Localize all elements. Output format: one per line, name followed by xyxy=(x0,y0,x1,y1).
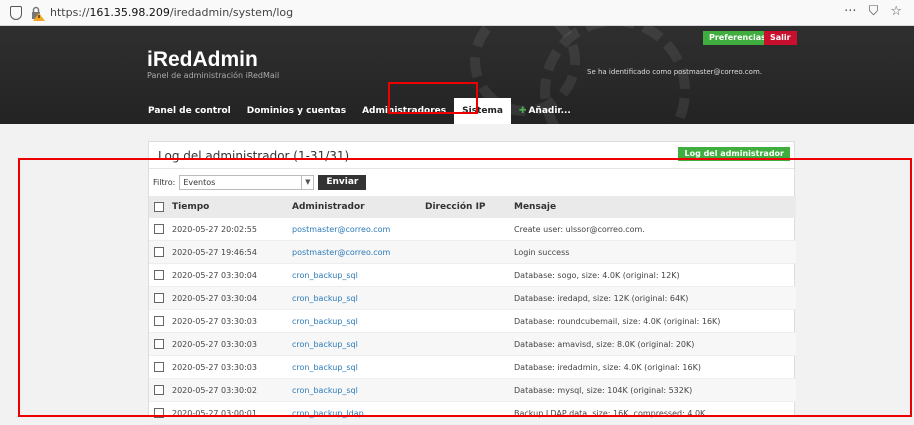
cell-time: 2020-05-27 03:30:04 xyxy=(172,293,257,303)
row-checkbox[interactable] xyxy=(154,339,164,349)
cell-admin-link[interactable]: cron_backup_sql xyxy=(292,386,425,395)
table-row: 2020-05-27 19:46:54 postmaster@correo.com… xyxy=(149,241,796,264)
row-checkbox[interactable] xyxy=(154,385,164,395)
cell-message: Database: iredapd, size: 12K (original: … xyxy=(514,293,689,303)
table-row: 2020-05-27 20:02:55 postmaster@correo.com… xyxy=(149,218,796,241)
logout-button[interactable]: Salir xyxy=(764,31,797,45)
select-all-checkbox[interactable] xyxy=(154,202,164,212)
panel-title: Log del administrador (1-31/31) xyxy=(158,149,350,163)
nav-dashboard[interactable]: Panel de control xyxy=(140,98,239,124)
cell-message: Database: roundcubemail, size: 4.0K (ori… xyxy=(514,316,721,326)
cell-admin-link[interactable]: postmaster@correo.com xyxy=(292,248,425,257)
cell-admin-link[interactable]: cron_backup_sql xyxy=(292,317,425,326)
cell-time: 2020-05-27 03:30:02 xyxy=(172,385,257,395)
cell-message: Database: iredadmin, size: 4.0K (origina… xyxy=(514,362,701,372)
url-prefix: https:// xyxy=(50,6,90,19)
pocket-icon[interactable]: ⛉ xyxy=(869,4,879,19)
column-header-message[interactable]: Mensaje xyxy=(514,202,796,212)
column-header-admin[interactable]: Administrador xyxy=(292,202,425,212)
browser-toolbar: https://161.35.98.209/iredadmin/system/l… xyxy=(0,0,914,26)
table-row: 2020-05-27 03:00:01 cron_backup_ldap Backu… xyxy=(149,402,796,425)
cell-admin-link[interactable]: cron_backup_sql xyxy=(292,363,425,372)
divider xyxy=(149,168,796,169)
admin-log-button[interactable]: Log del administrador xyxy=(678,147,790,161)
nav-domains-accounts[interactable]: Dominios y cuentas xyxy=(239,98,354,124)
cell-time: 2020-05-27 03:30:04 xyxy=(172,270,257,280)
table-row: 2020-05-27 03:30:03 cron_backup_sql Databa… xyxy=(149,310,796,333)
filter-select[interactable]: Eventos ▼ xyxy=(179,175,315,190)
bookmark-star-icon[interactable]: ☆ xyxy=(890,4,902,19)
table-row: 2020-05-27 03:30:02 cron_backup_sql Databa… xyxy=(149,379,796,402)
cell-admin-link[interactable]: cron_backup_sql xyxy=(292,340,425,349)
cell-admin-link[interactable]: cron_backup_ldap xyxy=(292,409,425,418)
admin-log-panel: Log del administrador (1-31/31) Log del … xyxy=(148,141,796,425)
more-actions-icon[interactable]: ··· xyxy=(844,4,856,19)
filter-bar: Filtro: Eventos ▼ Enviar xyxy=(153,175,367,190)
filter-label: Filtro: xyxy=(153,178,176,187)
url-path: /iredadmin/system/log xyxy=(169,6,294,19)
row-checkbox[interactable] xyxy=(154,224,164,234)
filter-value: Eventos xyxy=(183,178,216,187)
cell-time: 2020-05-27 03:00:01 xyxy=(172,408,257,418)
row-checkbox[interactable] xyxy=(154,270,164,280)
cell-admin-link[interactable]: postmaster@correo.com xyxy=(292,225,425,234)
table-row: 2020-05-27 03:30:03 cron_backup_sql Databa… xyxy=(149,333,796,356)
cell-time: 2020-05-27 20:02:55 xyxy=(172,224,257,234)
brand-logo[interactable]: iRedAdmin xyxy=(147,48,258,72)
row-checkbox[interactable] xyxy=(154,316,164,326)
cell-admin-link[interactable]: cron_backup_sql xyxy=(292,294,425,303)
cell-message: Login success xyxy=(514,247,570,257)
cell-time: 2020-05-27 03:30:03 xyxy=(172,362,257,372)
send-button[interactable]: Enviar xyxy=(318,175,367,190)
table-row: 2020-05-27 03:30:04 cron_backup_sql Databa… xyxy=(149,287,796,310)
preferences-button[interactable]: Preferencias xyxy=(703,31,772,45)
row-checkbox[interactable] xyxy=(154,247,164,257)
cell-message: Database: amavisd, size: 8.0K (original:… xyxy=(514,339,695,349)
brand-subtitle: Panel de administración iRedMail xyxy=(147,71,280,80)
cell-admin-link[interactable]: cron_backup_sql xyxy=(292,271,425,280)
plus-icon: ✚ xyxy=(518,106,527,116)
insecure-lock-warning-icon[interactable] xyxy=(29,5,45,21)
log-table: Tiempo Administrador Dirección IP Mensaj… xyxy=(149,196,796,425)
cell-message: Backup LDAP data, size: 16K, compressed:… xyxy=(514,408,706,418)
nav-system[interactable]: Sistema xyxy=(454,98,511,124)
nav-admins[interactable]: Administradores xyxy=(354,98,454,124)
cell-message: Database: mysql, size: 104K (original: 5… xyxy=(514,385,693,395)
nav-add-label: Añadir... xyxy=(528,106,571,116)
column-header-time[interactable]: Tiempo xyxy=(172,202,292,212)
main-nav: Panel de control Dominios y cuentas Admi… xyxy=(140,98,579,124)
address-bar[interactable]: https://161.35.98.209/iredadmin/system/l… xyxy=(50,6,293,19)
cell-time: 2020-05-27 03:30:03 xyxy=(172,316,257,326)
table-header: Tiempo Administrador Dirección IP Mensaj… xyxy=(149,196,796,218)
table-row: 2020-05-27 03:30:04 cron_backup_sql Databa… xyxy=(149,264,796,287)
nav-add[interactable]: ✚ Añadir... xyxy=(511,98,579,124)
app-header: iRedAdmin Panel de administración iRedMa… xyxy=(0,26,914,124)
cell-time: 2020-05-27 03:30:03 xyxy=(172,339,257,349)
row-checkbox[interactable] xyxy=(154,293,164,303)
row-checkbox[interactable] xyxy=(154,362,164,372)
cell-time: 2020-05-27 19:46:54 xyxy=(172,247,257,257)
cell-message: Database: sogo, size: 4.0K (original: 12… xyxy=(514,270,680,280)
table-row: 2020-05-27 03:30:03 cron_backup_sql Databa… xyxy=(149,356,796,379)
cell-message: Create user: ulssor@correo.com. xyxy=(514,224,645,234)
shield-icon[interactable] xyxy=(10,6,22,20)
chevron-down-icon: ▼ xyxy=(301,176,313,189)
logged-in-status: Se ha identificado como postmaster@corre… xyxy=(587,68,762,76)
url-host: 161.35.98.209 xyxy=(89,6,170,19)
column-header-ip[interactable]: Dirección IP xyxy=(425,202,514,212)
